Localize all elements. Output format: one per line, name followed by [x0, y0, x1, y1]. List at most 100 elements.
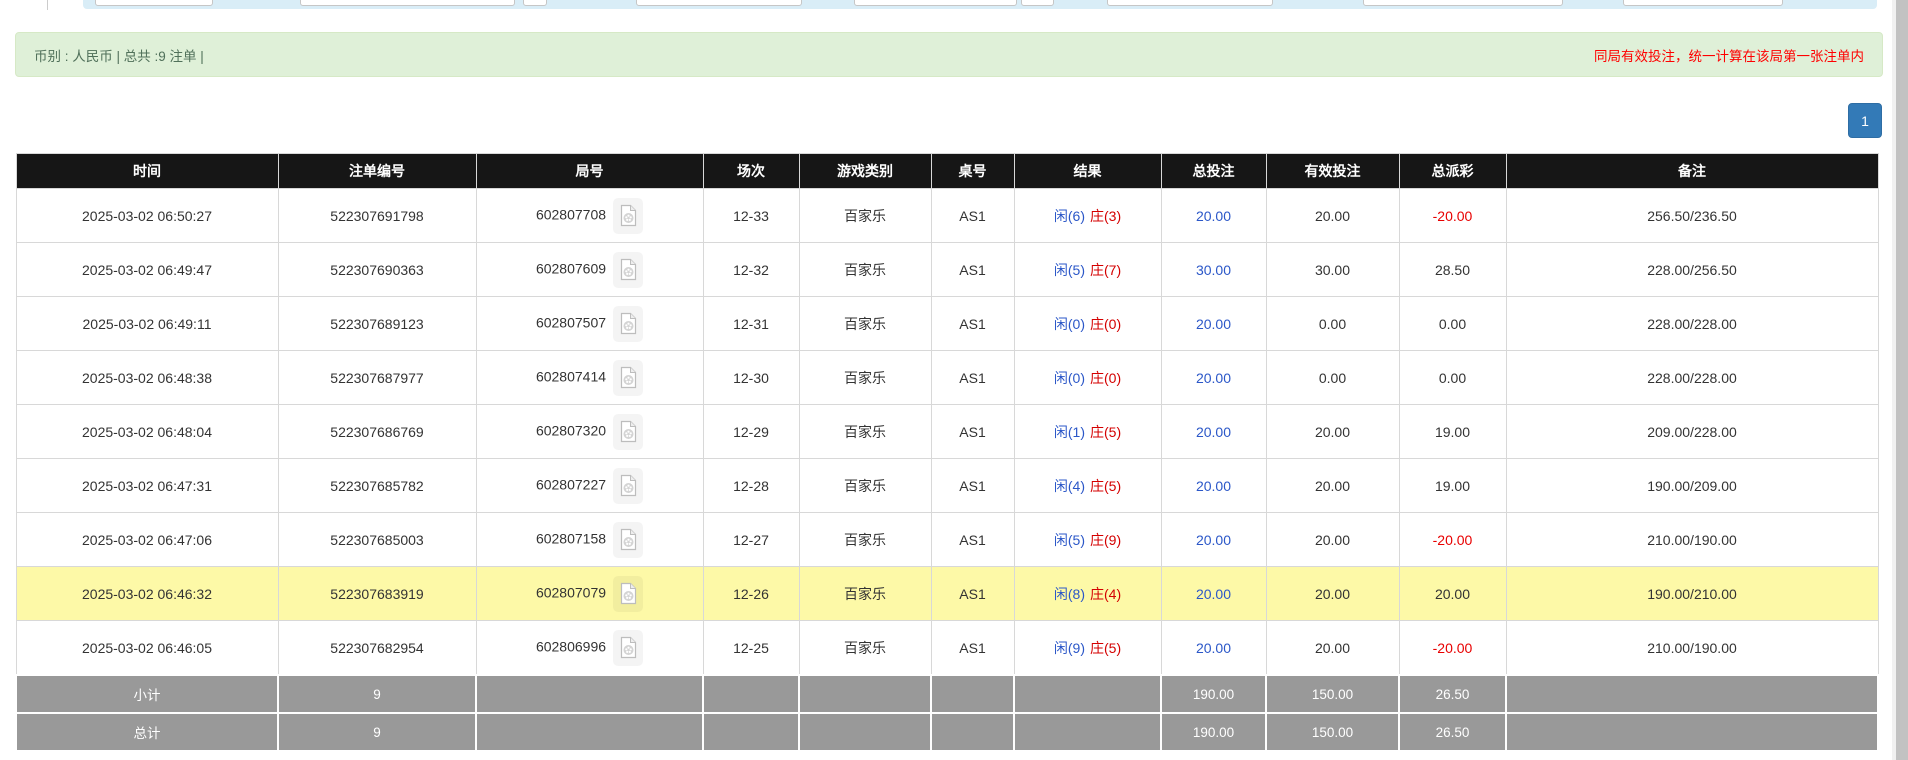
game-type-cell: 百家乐 [799, 621, 931, 676]
round-id: 602806996 [536, 638, 606, 654]
bet-id-cell: 522307690363 [278, 243, 476, 297]
valid-bet-cell: 30.00 [1266, 243, 1399, 297]
summary-label-cell: 小计 [16, 675, 278, 713]
result-player: 闲(1) [1054, 424, 1085, 440]
valid-bet-cell: 0.00 [1266, 351, 1399, 405]
currency-summary-text: 币别 : 人民币 | 总共 :9 注单 | [34, 45, 204, 65]
table-no-cell: AS1 [931, 513, 1014, 567]
video-replay-icon [619, 528, 638, 551]
round-cell: 602807227 [476, 459, 703, 513]
filter-field-cutoff[interactable] [854, 0, 1017, 6]
table-header-row: 时间 注单编号 局号 场次 游戏类别 桌号 结果 总投注 有效投注 总派彩 备注 [16, 154, 1878, 189]
game-type-cell: 百家乐 [799, 189, 931, 243]
remark-cell: 228.00/228.00 [1506, 297, 1878, 351]
filter-field-cutoff[interactable] [523, 0, 547, 6]
video-replay-icon [619, 420, 638, 443]
result-banker: 庄(0) [1090, 370, 1121, 386]
result-player: 闲(9) [1054, 640, 1085, 656]
valid-bet-cell: 20.00 [1266, 189, 1399, 243]
video-replay-button[interactable] [613, 360, 643, 396]
video-replay-button[interactable] [613, 630, 643, 666]
remark-cell: 190.00/210.00 [1506, 567, 1878, 621]
bet-id-cell: 522307685782 [278, 459, 476, 513]
result-cell: 闲(1)庄(5) [1014, 405, 1161, 459]
payout-cell: -20.00 [1399, 513, 1506, 567]
video-replay-button[interactable] [613, 414, 643, 450]
result-cell: 闲(5)庄(9) [1014, 513, 1161, 567]
summary-total-bet-cell: 190.00 [1161, 713, 1266, 751]
summary-payout-cell: 26.50 [1399, 675, 1506, 713]
filter-field-cutoff[interactable] [300, 0, 515, 6]
filter-field-cutoff[interactable] [1021, 0, 1054, 6]
total-bet-cell[interactable]: 20.00 [1161, 351, 1266, 405]
column-header-payout: 总派彩 [1399, 154, 1506, 189]
time-cell: 2025-03-02 06:48:38 [16, 351, 278, 405]
round-cell: 602807708 [476, 189, 703, 243]
result-banker: 庄(3) [1090, 208, 1121, 224]
bet-id-cell: 522307683919 [278, 567, 476, 621]
pagination-page-1[interactable]: 1 [1848, 103, 1882, 138]
payout-cell: 0.00 [1399, 351, 1506, 405]
session-cell: 12-28 [703, 459, 799, 513]
filter-field-cutoff[interactable] [1623, 0, 1783, 6]
video-replay-icon [619, 474, 638, 497]
total-bet-cell[interactable]: 20.00 [1161, 621, 1266, 676]
summary-total-bet-cell: 190.00 [1161, 675, 1266, 713]
table-row: 2025-03-02 06:49:47 522307690363 6028076… [16, 243, 1878, 297]
result-cell: 闲(0)庄(0) [1014, 351, 1161, 405]
video-replay-button[interactable] [613, 252, 643, 288]
bet-id-cell: 522307685003 [278, 513, 476, 567]
payout-cell: 19.00 [1399, 459, 1506, 513]
session-cell: 12-26 [703, 567, 799, 621]
total-bet-cell[interactable]: 20.00 [1161, 297, 1266, 351]
remark-cell: 210.00/190.00 [1506, 621, 1878, 676]
video-replay-icon [619, 366, 638, 389]
result-cell: 闲(5)庄(7) [1014, 243, 1161, 297]
valid-bet-cell: 20.00 [1266, 513, 1399, 567]
video-replay-button[interactable] [613, 468, 643, 504]
game-type-cell: 百家乐 [799, 243, 931, 297]
video-replay-button[interactable] [613, 198, 643, 234]
filter-field-cutoff[interactable] [95, 0, 213, 6]
remark-cell: 228.00/256.50 [1506, 243, 1878, 297]
filter-field-cutoff[interactable] [1107, 0, 1273, 6]
table-no-cell: AS1 [931, 621, 1014, 676]
result-player: 闲(4) [1054, 478, 1085, 494]
session-cell: 12-31 [703, 297, 799, 351]
vertical-scrollbar[interactable] [1892, 0, 1908, 760]
video-replay-icon [619, 636, 638, 659]
total-bet-cell[interactable]: 20.00 [1161, 513, 1266, 567]
settlement-note: 同局有效投注，统一计算在该局第一张注单内 [1594, 45, 1864, 65]
video-replay-button[interactable] [613, 306, 643, 342]
table-row: 2025-03-02 06:46:05 522307682954 6028069… [16, 621, 1878, 676]
payout-cell: 20.00 [1399, 567, 1506, 621]
video-replay-button[interactable] [613, 576, 643, 612]
filter-field-cutoff[interactable] [636, 0, 802, 6]
scrollbar-thumb[interactable] [1896, 0, 1908, 760]
round-id: 602807079 [536, 584, 606, 600]
filter-field-cutoff[interactable] [1363, 0, 1563, 6]
total-bet-cell[interactable]: 30.00 [1161, 243, 1266, 297]
game-type-cell: 百家乐 [799, 459, 931, 513]
summary-empty-cell [703, 675, 799, 713]
game-type-cell: 百家乐 [799, 351, 931, 405]
result-player: 闲(6) [1054, 208, 1085, 224]
total-bet-cell[interactable]: 20.00 [1161, 567, 1266, 621]
result-banker: 庄(4) [1090, 586, 1121, 602]
bet-id-cell: 522307686769 [278, 405, 476, 459]
video-replay-button[interactable] [613, 522, 643, 558]
summary-empty-cell [703, 713, 799, 751]
time-cell: 2025-03-02 06:46:32 [16, 567, 278, 621]
total-bet-cell[interactable]: 20.00 [1161, 189, 1266, 243]
result-cell: 闲(4)庄(5) [1014, 459, 1161, 513]
video-replay-icon [619, 582, 638, 605]
round-cell: 602807609 [476, 243, 703, 297]
total-bet-cell[interactable]: 20.00 [1161, 459, 1266, 513]
game-type-cell: 百家乐 [799, 567, 931, 621]
result-banker: 庄(9) [1090, 532, 1121, 548]
result-player: 闲(5) [1054, 262, 1085, 278]
total-bet-cell[interactable]: 20.00 [1161, 405, 1266, 459]
valid-bet-cell: 0.00 [1266, 297, 1399, 351]
bet-id-cell: 522307682954 [278, 621, 476, 676]
game-type-cell: 百家乐 [799, 297, 931, 351]
